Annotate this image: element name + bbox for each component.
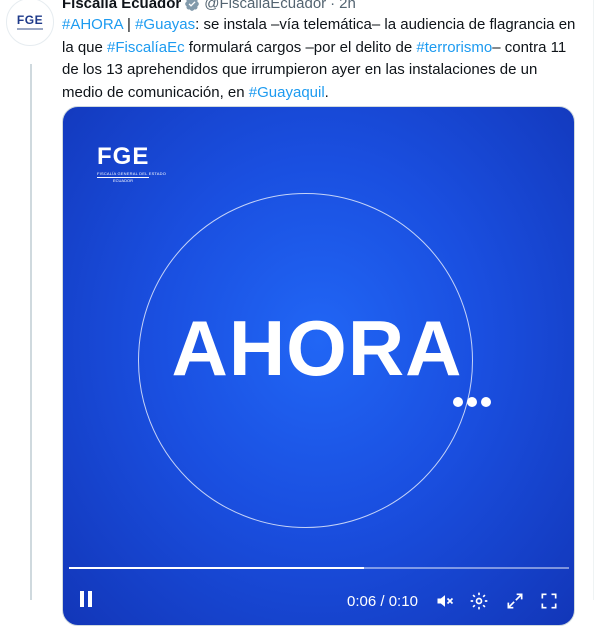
fge-logo-line2: ECUADOR [97,177,149,184]
hashtag-link[interactable]: #Guayaquil [249,84,325,101]
hashtag-link[interactable]: #Guayas [135,16,195,33]
tweet-timestamp[interactable]: 2h [339,0,356,13]
tweet-text-segment: | [122,16,136,33]
hashtag-link[interactable]: #FiscalíaEc [107,39,185,56]
hashtag-link[interactable]: #AHORA [62,16,123,33]
avatar-logo-text: FGE [16,13,44,27]
author-handle[interactable]: @FiscaliaEcuador [204,0,326,13]
hashtag-link[interactable]: #terrorismo [416,39,492,56]
fullscreen-icon[interactable] [505,591,525,611]
duration: 0:10 [388,593,418,610]
time-separator: / [376,593,389,610]
video-timecode: 0:06 / 0:10 [347,593,418,611]
pause-icon[interactable] [79,591,93,607]
expand-icon[interactable] [539,591,559,611]
video-controls: 0:06 / 0:10 [63,579,574,611]
tweet-header: Fiscalía Ecuador @FiscaliaEcuador · 2h [62,0,356,13]
settings-icon[interactable] [469,591,489,611]
video-progress-bar[interactable] [69,567,569,569]
ellipsis-dots [453,397,491,407]
avatar[interactable]: FGE [6,0,54,46]
verified-badge-icon[interactable] [184,0,200,12]
video-headline: AHORA [171,304,463,392]
current-time: 0:06 [347,593,377,610]
mute-icon[interactable] [435,591,455,611]
fge-logo-mark: FGE [97,143,150,170]
avatar-logo-underline [17,28,43,30]
tweet-text: #AHORA | #Guayas: se instala –vía telemá… [62,14,578,104]
tweet-text-segment: formulará cargos –por el delito de [184,38,417,56]
author-name[interactable]: Fiscalía Ecuador [62,0,181,13]
video-progress-fill [69,567,364,569]
thread-line [30,64,32,600]
header-separator: · [330,0,336,12]
column-divider [593,0,594,600]
video-player[interactable]: FGE FISCALÍA GENERAL DEL ESTADO ECUADOR … [62,106,575,626]
tweet-text-segment: . [324,83,329,101]
fge-logo: FGE FISCALÍA GENERAL DEL ESTADO ECUADOR [97,145,166,184]
fge-logo-line1: FISCALÍA GENERAL DEL ESTADO [97,171,167,176]
